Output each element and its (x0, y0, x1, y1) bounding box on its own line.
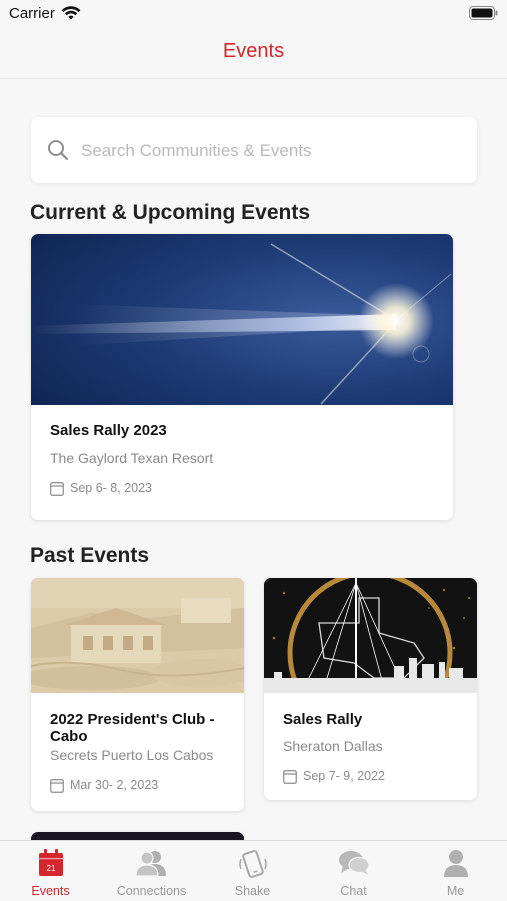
status-bar: Carrier (0, 0, 507, 30)
tab-label: Me (446, 884, 465, 898)
tab-bar: 21 Events Connections Shake Chat Me (0, 840, 507, 901)
tab-me[interactable]: Me (404, 841, 507, 901)
event-location: Secrets Puerto Los Cabos (50, 747, 214, 763)
tab-label: Connections (116, 884, 187, 898)
event-title: 2022 President's Club - Cabo (50, 711, 215, 745)
event-title: Sales Rally 2023 (50, 422, 167, 439)
section-title-past: Past Events (30, 544, 150, 567)
calendar-icon (50, 482, 64, 496)
chat-bubbles-icon (338, 851, 370, 875)
event-banner-image (31, 234, 453, 405)
page-title: Events (222, 40, 285, 62)
search-input[interactable] (79, 137, 463, 165)
wifi-icon (61, 6, 81, 20)
person-icon (443, 850, 468, 877)
tab-events[interactable]: 21 Events (0, 841, 101, 901)
tab-label: Events (31, 884, 70, 898)
section-title-current: Current & Upcoming Events (30, 201, 311, 224)
navigation-bar: Events (0, 30, 507, 79)
search-bar[interactable] (31, 117, 477, 183)
search-icon (48, 140, 69, 161)
dallas-skyline-image (264, 578, 477, 693)
event-location: The Gaylord Texan Resort (50, 450, 214, 466)
phone-shake-icon (238, 850, 267, 878)
event-dates: Mar 30- 2, 2023 (70, 778, 159, 792)
people-icon (134, 851, 166, 877)
event-card-past-sales-rally[interactable]: Sales Rally Sheraton Dallas Sep 7- 9, 20… (264, 578, 477, 800)
tab-shake[interactable]: Shake (202, 841, 303, 901)
event-card-current[interactable]: Sales Rally 2023 The Gaylord Texan Resor… (31, 234, 453, 520)
calendar-icon (283, 770, 297, 784)
calendar-icon: 21 (38, 849, 63, 876)
event-location: Sheraton Dallas (283, 738, 383, 754)
battery-icon (469, 6, 498, 20)
tab-label: Chat (340, 884, 367, 898)
calendar-icon (50, 779, 64, 793)
event-dates: Sep 7- 9, 2022 (303, 769, 386, 783)
tab-label: Shake (234, 884, 271, 898)
tab-chat[interactable]: Chat (303, 841, 404, 901)
resort-image (31, 578, 244, 693)
carrier-label: Carrier (9, 5, 55, 22)
tab-connections[interactable]: Connections (101, 841, 202, 901)
event-dates: Sep 6- 8, 2023 (70, 481, 153, 495)
event-card-past-cabo[interactable]: 2022 President's Club - Cabo Secrets Pue… (31, 578, 244, 811)
calendar-day-label: 21 (46, 864, 55, 873)
event-title: Sales Rally (283, 711, 363, 728)
